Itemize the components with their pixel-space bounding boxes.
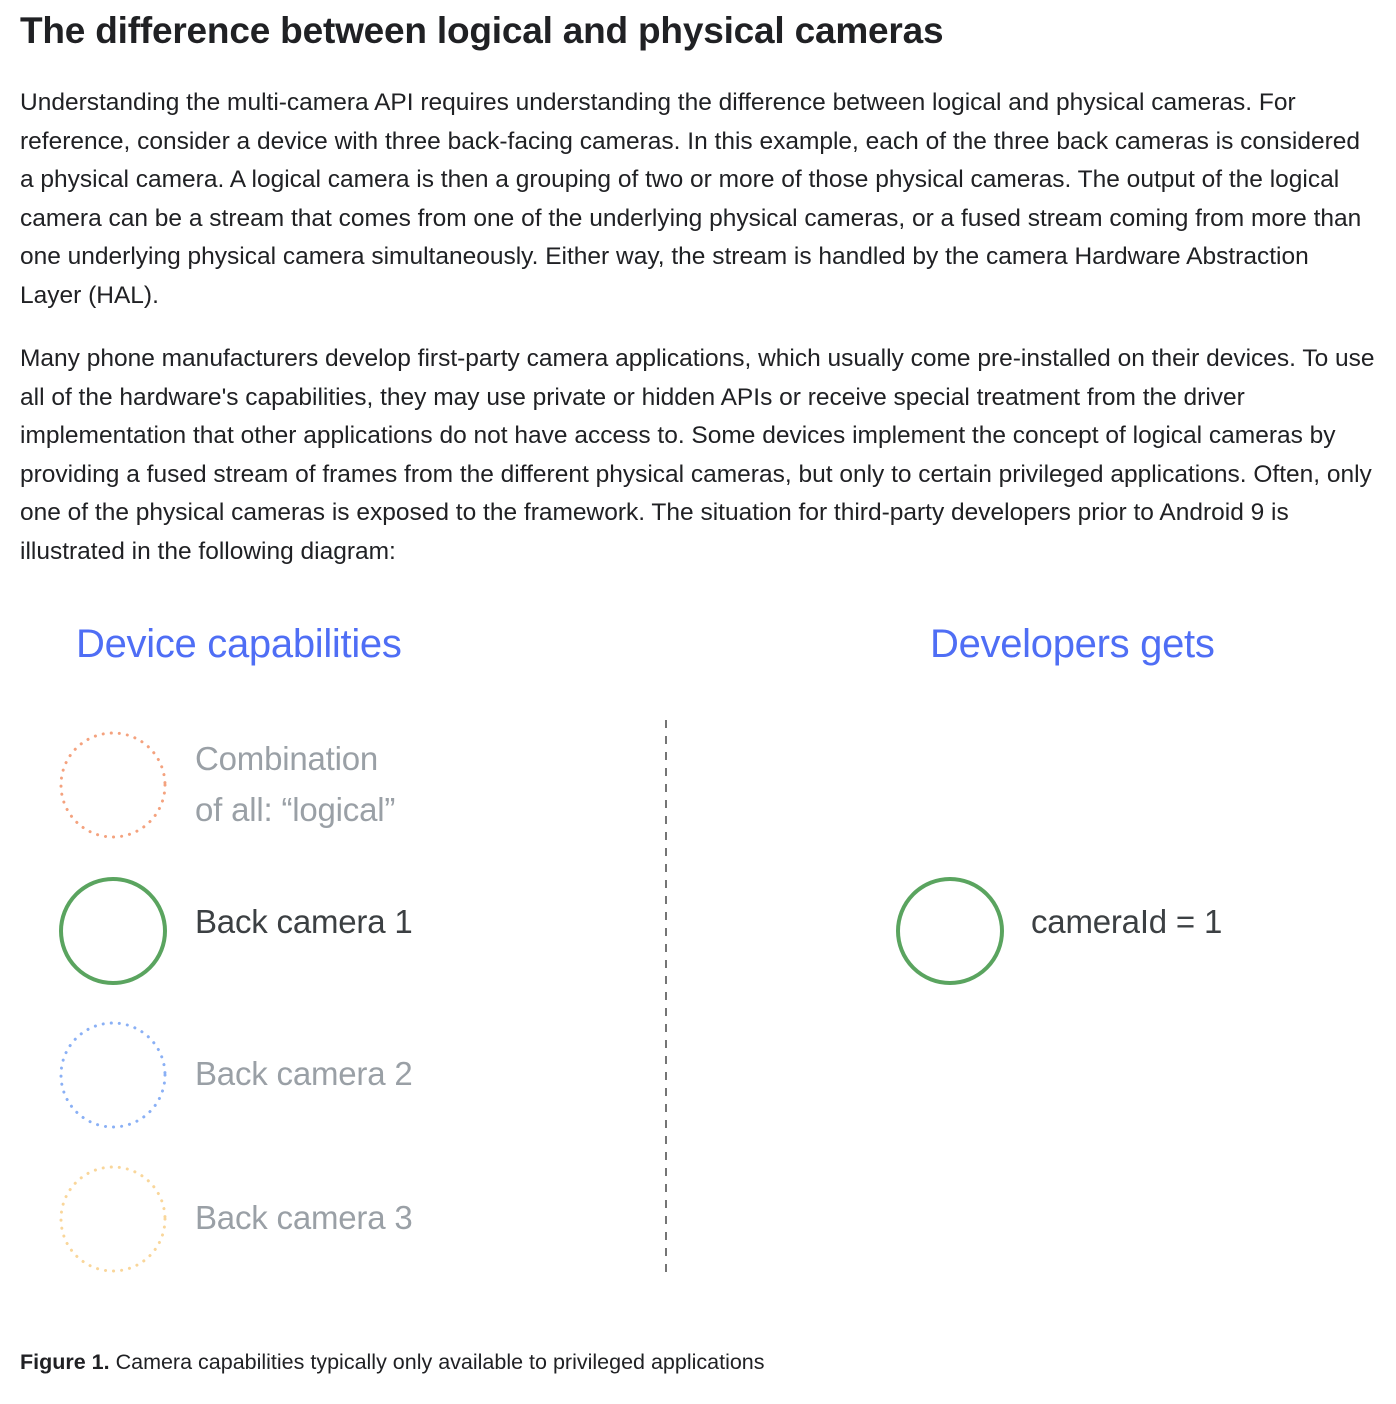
figure-label: Figure 1. (20, 1350, 110, 1374)
device-capabilities-heading: Device capabilities (76, 622, 402, 666)
back-camera-2-circle (59, 1021, 167, 1129)
logical-camera-circle (59, 731, 167, 839)
figure-caption: Figure 1. Camera capabilities typically … (20, 1350, 765, 1375)
back-camera-3-label: Back camera 3 (195, 1199, 413, 1236)
logical-camera-label-line1: Combination (195, 740, 379, 777)
camera-id-label: cameraId = 1 (1031, 903, 1223, 940)
paragraph-logical-physical: Understanding the multi-camera API requi… (20, 89, 1362, 309)
section-title: The difference between logical and physi… (20, 10, 944, 51)
figure-diagram: Device capabilities Developers gets Comb… (20, 600, 1376, 1300)
back-camera-2-label: Back camera 2 (195, 1055, 413, 1092)
logical-camera-label-line2: of all: “logical” (195, 791, 396, 828)
back-camera-3-circle (59, 1165, 167, 1273)
logical-camera-label: Combination of all: “logical” (195, 733, 395, 835)
developers-gets-heading: Developers gets (930, 622, 1215, 666)
diagram-graphics (59, 720, 1004, 1280)
back-camera-1-circle (59, 877, 167, 985)
figure-caption-text: Camera capabilities typically only avail… (109, 1350, 765, 1374)
camera-id-1-circle (896, 877, 1004, 985)
paragraph-manufacturers: Many phone manufacturers develop first-p… (20, 345, 1375, 565)
back-camera-1-label: Back camera 1 (195, 903, 413, 940)
